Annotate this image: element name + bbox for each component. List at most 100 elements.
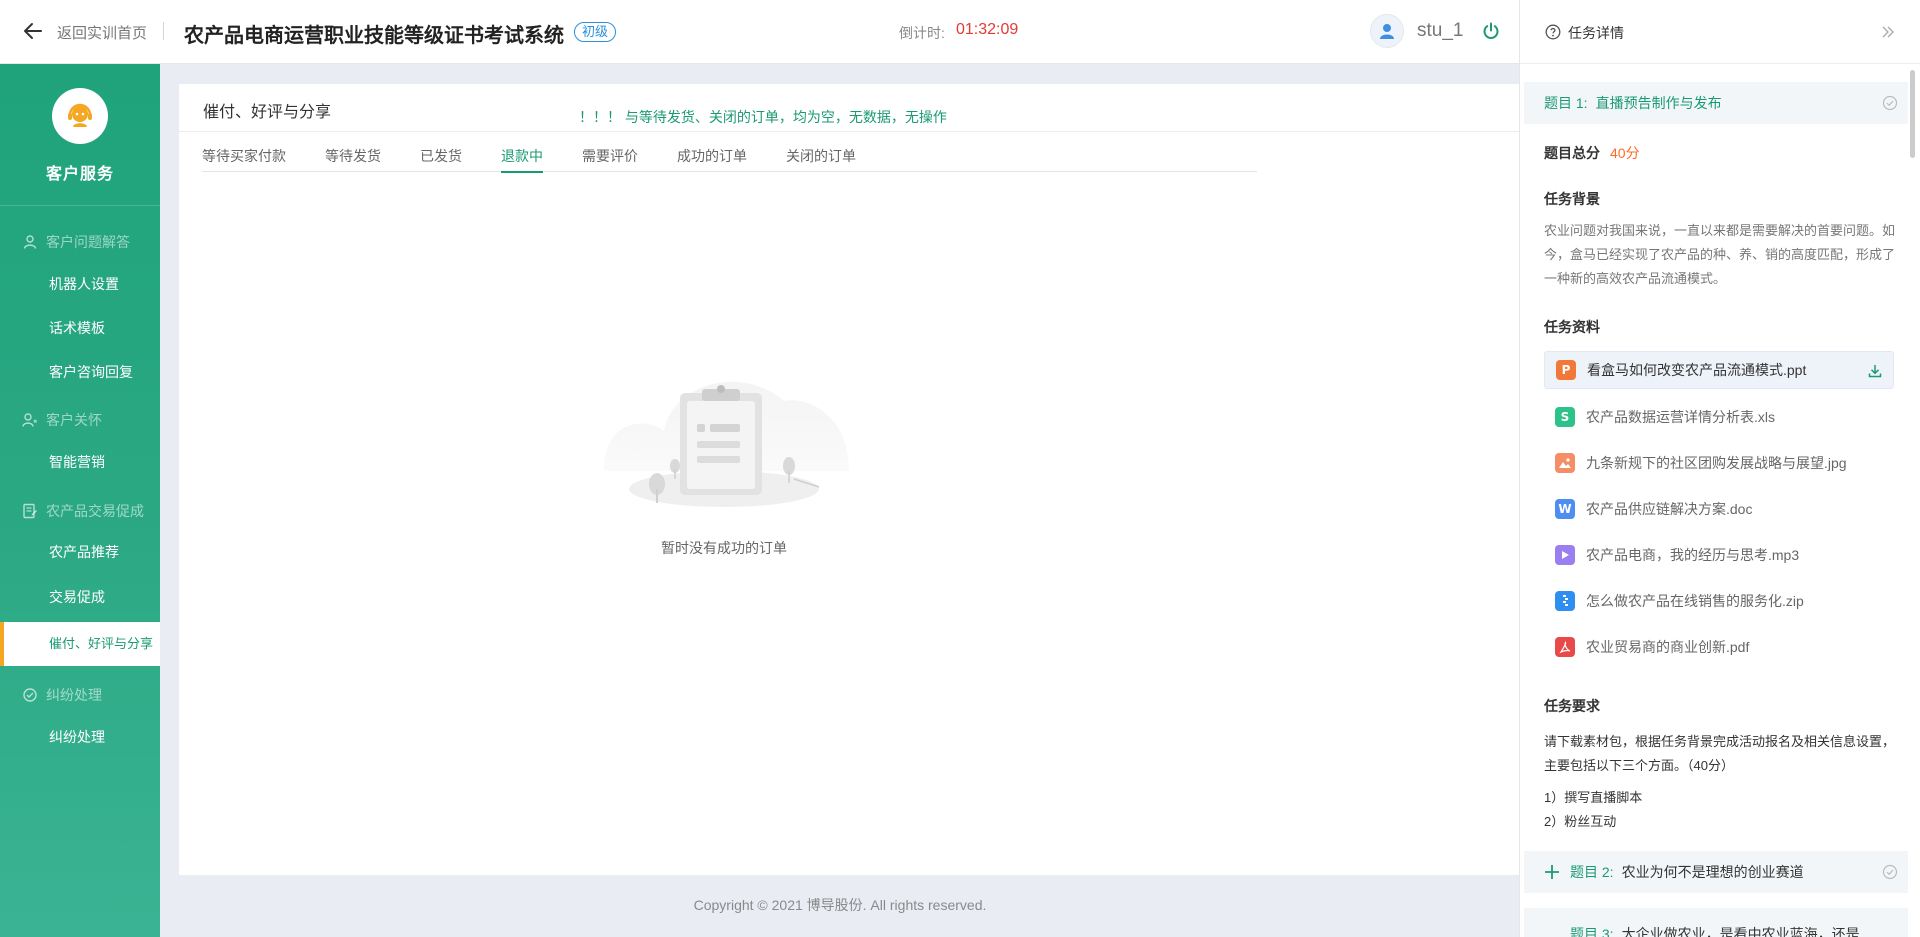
download-icon[interactable] [1867,363,1883,379]
sidebar-item-dispute-handling[interactable]: 纠纷处理 [0,719,160,755]
material-file-item[interactable]: 农产品电商，我的经历与思考.mp3 [1544,536,1894,574]
nav-group-dispute: 纠纷处理 [0,683,160,707]
question-title: 大企业做农业，是看中农业蓝海，还是 [1621,926,1860,937]
nav-group-label: 纠纷处理 [46,687,102,703]
main-panel: 催付、好评与分享 ！！！ 与等待发货、关闭的订单，均为空，无数据，无操作 等待买… [179,84,1519,875]
material-file-item[interactable]: 九条新规下的社区团购发展战略与展望.jpg [1544,444,1894,482]
image-file-icon [1555,453,1575,473]
file-name: 九条新规下的社区团购发展战略与展望.jpg [1586,455,1847,471]
file-name: 农产品电商，我的经历与思考.mp3 [1586,547,1800,563]
nav-group-label: 客户关怀 [46,412,102,428]
zip-file-icon [1555,591,1575,611]
user-icon [23,235,37,249]
back-to-home-link[interactable]: 返回实训首页 [57,22,147,43]
doc-file-icon: W [1555,499,1575,519]
header-divider [163,22,164,40]
back-arrow-icon[interactable] [22,20,44,42]
sidebar: 客户服务 客户问题解答 机器人设置 话术模板 客户咨询回复 客户关怀 智能营销 … [0,64,160,937]
sidebar-item-trade-promotion[interactable]: 交易促成 [0,579,160,615]
tab-awaiting-payment[interactable]: 等待买家付款 [202,132,286,172]
countdown-timer: 01:32:09 [956,21,1019,38]
tab-shipped[interactable]: 已发货 [420,132,462,172]
requirements-title: 任务要求 [1544,698,1600,714]
tab-successful-orders[interactable]: 成功的订单 [677,132,747,172]
plus-icon [1545,865,1559,879]
material-file-item[interactable]: 怎么做农产品在线销售的服务化.zip [1544,582,1894,620]
dispute-icon [23,688,37,702]
task-detail-panel: 任务详情 题目 1: 直播预告制作与发布 题目总分 40分 任务背景 农业问题对我… [1519,0,1920,937]
sidebar-item-customer-inquiry-reply[interactable]: 客户咨询回复 [0,354,160,390]
ppt-file-icon: P [1556,360,1576,380]
document-edit-icon [23,503,37,519]
task-panel-header: 任务详情 [1520,0,1920,64]
question-title: 农业为何不是理想的创业赛道 [1621,864,1804,880]
sidebar-brand: 客户服务 [0,64,160,206]
audio-file-icon [1555,545,1575,565]
level-badge: 初级 [574,22,617,42]
material-file-item[interactable]: 农业贸易商的商业创新.pdf [1544,628,1894,666]
help-circle-icon [1545,24,1561,40]
tab-refunding[interactable]: 退款中 [501,132,543,173]
nav-group-trade-promotion: 农产品交易促成 [0,499,160,523]
question-title: 直播预告制作与发布 [1595,95,1722,111]
collapse-panel-icon[interactable] [1880,24,1896,40]
sidebar-item-robot-settings[interactable]: 机器人设置 [0,266,160,302]
top-header: 返回实训首页 农产品电商运营职业技能等级证书考试系统 初级 倒计时: 01:32… [0,0,1519,64]
requirement-item: 1）撰写直播脚本 [1544,790,1643,805]
order-tabs: 等待买家付款 等待发货 已发货 退款中 需要评价 成功的订单 关闭的订单 [202,132,1257,173]
system-title: 农产品电商运营职业技能等级证书考试系统 [184,25,564,47]
nav-group-label: 农产品交易促成 [46,503,144,519]
users-care-icon [22,413,37,427]
tab-needs-review[interactable]: 需要评价 [582,132,638,172]
question-number: 题目 3: [1570,926,1614,937]
materials-title: 任务资料 [1544,319,1600,335]
avatar[interactable] [1370,14,1404,48]
brand-logo [52,88,108,144]
requirements-text: 请下载素材包，根据任务背景完成活动报名及相关信息设置，主要包括以下三个方面。（4… [1544,734,1896,773]
scrollbar[interactable] [1910,70,1915,158]
username: stu_1 [1417,20,1464,41]
pdf-file-icon [1555,637,1575,657]
panel-title: 催付、好评与分享 [203,104,332,121]
file-name: 农产品供应链解决方案.doc [1586,501,1753,517]
sidebar-item-product-recommendation[interactable]: 农产品推荐 [0,534,160,570]
question-number: 题目 1: [1544,95,1588,111]
user-avatar-icon [1380,24,1394,39]
score-value: 40分 [1610,145,1640,161]
tab-closed-orders[interactable]: 关闭的订单 [786,132,856,172]
countdown-label: 倒计时: [899,25,945,41]
sidebar-item-label: 催付、好评与分享 [49,636,154,651]
score-row: 题目总分 40分 [1544,143,1640,163]
file-name: 农业贸易商的商业创新.pdf [1586,639,1750,655]
task-panel-title: 任务详情 [1568,25,1624,41]
background-title: 任务背景 [1544,191,1600,207]
material-file-item[interactable]: P 看盒马如何改变农产品流通模式.ppt [1544,351,1894,389]
file-name: 怎么做农产品在线销售的服务化.zip [1586,593,1804,609]
sidebar-item-payment-reminder-review-share[interactable]: 催付、好评与分享 [0,622,160,666]
sidebar-item-script-templates[interactable]: 话术模板 [0,310,160,346]
check-circle-icon [1882,95,1898,111]
question-3-header[interactable]: 题目 3: 大企业做农业，是看中农业蓝海，还是 [1524,908,1908,937]
file-name: 农产品数据运营详情分析表.xls [1586,409,1775,425]
requirement-item: 2）粉丝互动 [1544,814,1617,829]
question-2-header[interactable]: 题目 2: 农业为何不是理想的创业赛道 [1524,851,1908,893]
headset-icon [68,103,92,127]
background-text: 农业问题对我国来说，一直以来都是需要解决的首要问题。如今，盒马已经实现了农产品的… [1544,223,1896,286]
material-file-item[interactable]: S 农产品数据运营详情分析表.xls [1544,398,1894,436]
notice-text: ！！！ 与等待发货、关闭的订单，均为空，无数据，无操作 [579,109,947,125]
nav-group-label: 客户问题解答 [46,234,130,250]
question-number: 题目 2: [1570,864,1614,880]
empty-clipboard-illustration [604,381,849,507]
nav-group-customer-care: 客户关怀 [0,408,160,432]
tab-awaiting-shipment[interactable]: 等待发货 [325,132,381,172]
xls-file-icon: S [1555,407,1575,427]
check-circle-icon [1882,864,1898,880]
copyright: Copyright © 2021 博导股份. All rights reserv… [693,897,987,913]
sidebar-item-smart-marketing[interactable]: 智能营销 [0,444,160,480]
question-1-header[interactable]: 题目 1: 直播预告制作与发布 [1524,82,1908,124]
empty-state-text: 暂时没有成功的订单 [661,540,787,556]
nav-group-customer-questions: 客户问题解答 [0,230,160,254]
power-icon[interactable] [1482,22,1500,40]
material-file-item[interactable]: W 农产品供应链解决方案.doc [1544,490,1894,528]
file-name: 看盒马如何改变农产品流通模式.ppt [1587,362,1807,378]
